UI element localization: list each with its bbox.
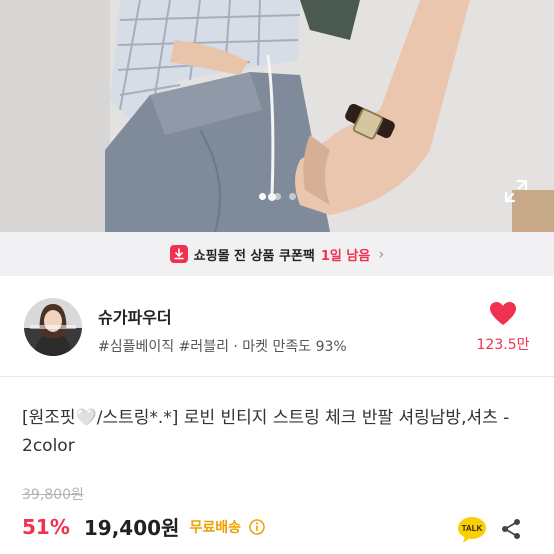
kakao-talk-button[interactable]: TALK [457,515,487,545]
free-shipping-label: 무료배송 [189,519,241,536]
shop-avatar[interactable] [24,298,82,356]
share-icon[interactable] [499,517,523,541]
expand-icon[interactable] [503,178,529,204]
talk-label: TALK [462,524,483,533]
coupon-download-icon [169,245,188,263]
like-button[interactable]: 123.5만 [470,302,536,354]
product-title: [원조핏🤍/스트링*.*] 로빈 빈티지 스트링 체크 반팔 셔링남방,셔츠 -… [22,408,510,456]
shop-info: 슈가파우더 #심플베이직 #러블리 · 마켓 만족도 93% 123.5만 [0,276,554,376]
shop-tags: #심플베이직 #러블리 · 마켓 만족도 93% [98,339,347,355]
price-row: 51% 19,400원 무료배송 [22,512,265,541]
product-image-carousel[interactable] [0,0,554,232]
discount-rate: 51% [22,514,70,539]
coupon-days-left: 1일 남음 [320,248,371,264]
info-icon[interactable] [249,518,265,535]
divider [0,376,554,377]
original-price: 39,800원 [22,487,84,503]
shop-name[interactable]: 슈가파우더 [98,304,172,328]
carousel-dot[interactable] [273,193,281,200]
chevron-right-icon: › [378,245,385,263]
sale-price: 19,400원 [83,516,180,540]
coupon-text: 쇼핑몰 전 상품 쿠폰팩 [193,248,315,264]
carousel-dot[interactable] [258,193,266,200]
like-count: 123.5만 [476,337,530,353]
heart-icon [490,302,516,325]
coupon-banner[interactable]: 쇼핑몰 전 상품 쿠폰팩 1일 남음 › [0,232,554,276]
carousel-dot[interactable] [288,193,296,200]
carousel-indicator [0,193,554,200]
